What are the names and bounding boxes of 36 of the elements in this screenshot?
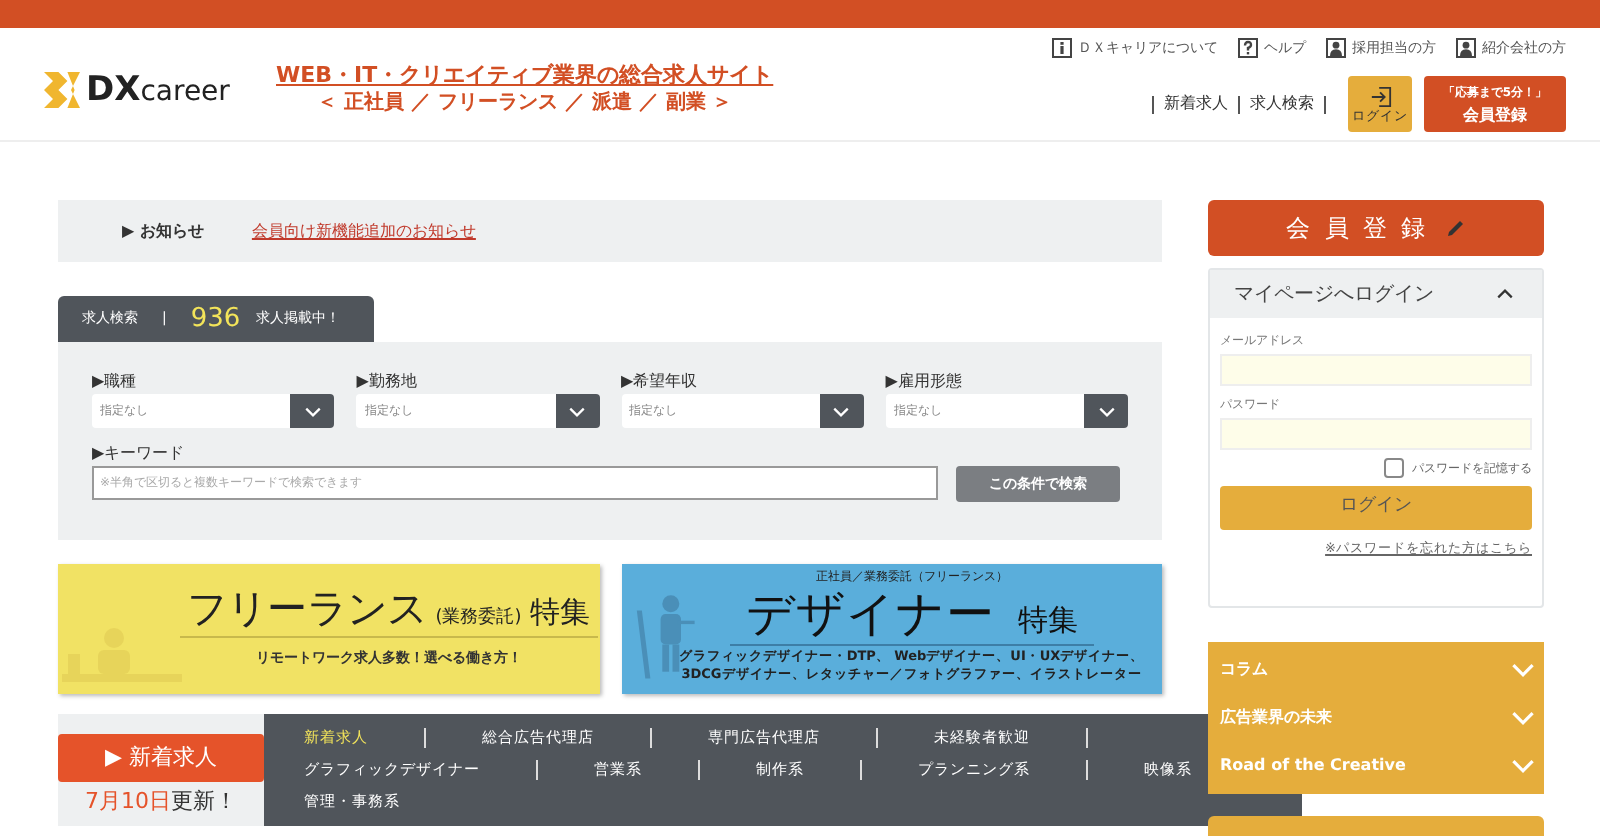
remember-checkbox[interactable] (1384, 458, 1404, 478)
chevron-down-icon (832, 405, 851, 417)
banner-title: デザイナー (745, 586, 994, 642)
register-button[interactable]: 会員登録 (1208, 200, 1544, 256)
filter-label: ▶雇用形態 (885, 370, 964, 392)
chevron-down-icon (303, 405, 322, 417)
nav-link[interactable]: 新着求人 (1164, 92, 1228, 116)
filter-label: ▶希望年収 (621, 370, 700, 392)
chevron-down-icon (568, 405, 586, 417)
logo-text[interactable]: DXcareer (86, 73, 230, 107)
login-title: マイページへログイン (1234, 281, 1434, 309)
updated-date: 7月10日 更新！ (85, 786, 237, 818)
person-icon (1326, 38, 1346, 58)
banner-title-suffix: 特集 (529, 592, 590, 634)
info-icon (1052, 38, 1072, 58)
desk-worker-icon (62, 626, 182, 686)
notice-heading: ▶ お知らせ (122, 219, 204, 243)
chevron-down-icon (1097, 405, 1115, 417)
login-submit-button[interactable]: ログイン (1220, 486, 1532, 530)
banner-title-suffix: 特集 (1017, 600, 1078, 642)
filter-label: ▶職種 (92, 370, 139, 392)
banner-title-note: (業務委託) (435, 606, 522, 632)
keyword-label: ▶キーワード (92, 442, 187, 464)
logo-icon (44, 70, 80, 110)
notice-link[interactable]: 会員向け新機能追加のお知らせ (251, 219, 476, 243)
login-icon (1369, 85, 1391, 107)
help-icon (1238, 38, 1258, 58)
tagline-categories: ＜ 正社員 ／ フリーランス ／ 派遣 ／ 副業 ＞ (316, 90, 733, 118)
banner-title: フリーランス (187, 582, 428, 636)
job-count: 936 (190, 301, 241, 338)
tagline[interactable]: WEB・IT・クリエイティブ業界の総合求人サイト (276, 60, 774, 90)
nav-link[interactable]: 求人検索 (1250, 92, 1314, 116)
pencil-icon (1445, 218, 1466, 238)
filter-label: ▶勤務地 (356, 370, 419, 392)
new-jobs-button[interactable]: ▶ 新着求人 (58, 734, 264, 782)
person-icon (1456, 38, 1476, 58)
